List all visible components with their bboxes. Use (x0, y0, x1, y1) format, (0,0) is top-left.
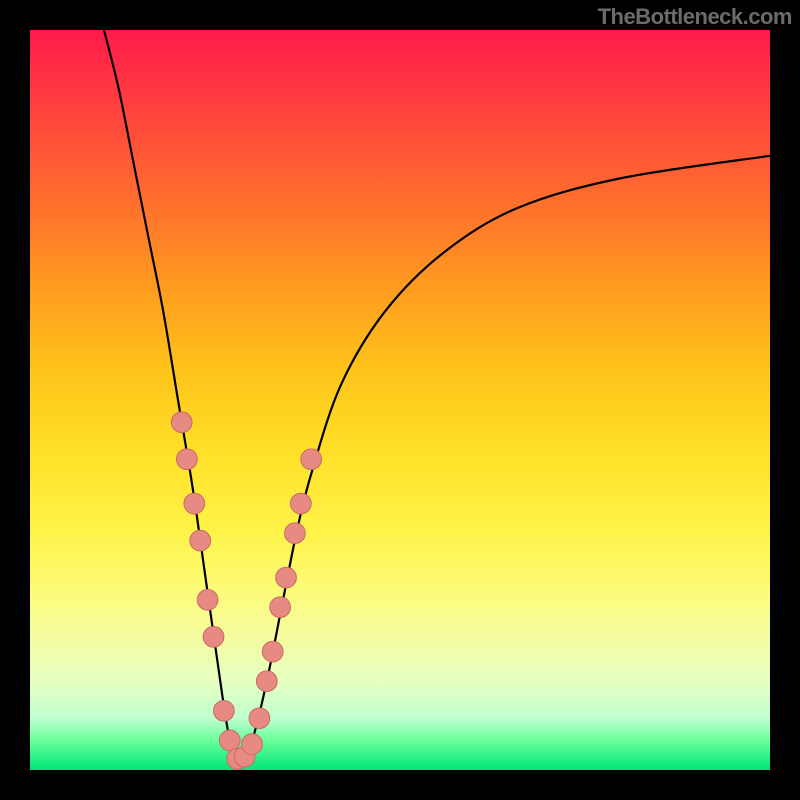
bead (177, 449, 198, 470)
bead (171, 412, 192, 433)
chart-frame: TheBottleneck.com (0, 0, 800, 800)
bead (256, 671, 277, 692)
bead (262, 641, 283, 662)
bead-group (171, 412, 321, 769)
curve-left-arm (104, 30, 237, 763)
curve-layer (30, 30, 770, 770)
bead (270, 597, 291, 618)
bead (214, 700, 235, 721)
bead (203, 626, 224, 647)
plot-area (30, 30, 770, 770)
bead (190, 530, 211, 551)
bead (242, 734, 263, 755)
watermark-text: TheBottleneck.com (598, 4, 792, 30)
bead (219, 730, 240, 751)
bead (276, 567, 297, 588)
bead (290, 493, 311, 514)
bead (249, 708, 270, 729)
bead (301, 449, 322, 470)
bead (184, 493, 205, 514)
bead (197, 589, 218, 610)
bead (285, 523, 306, 544)
